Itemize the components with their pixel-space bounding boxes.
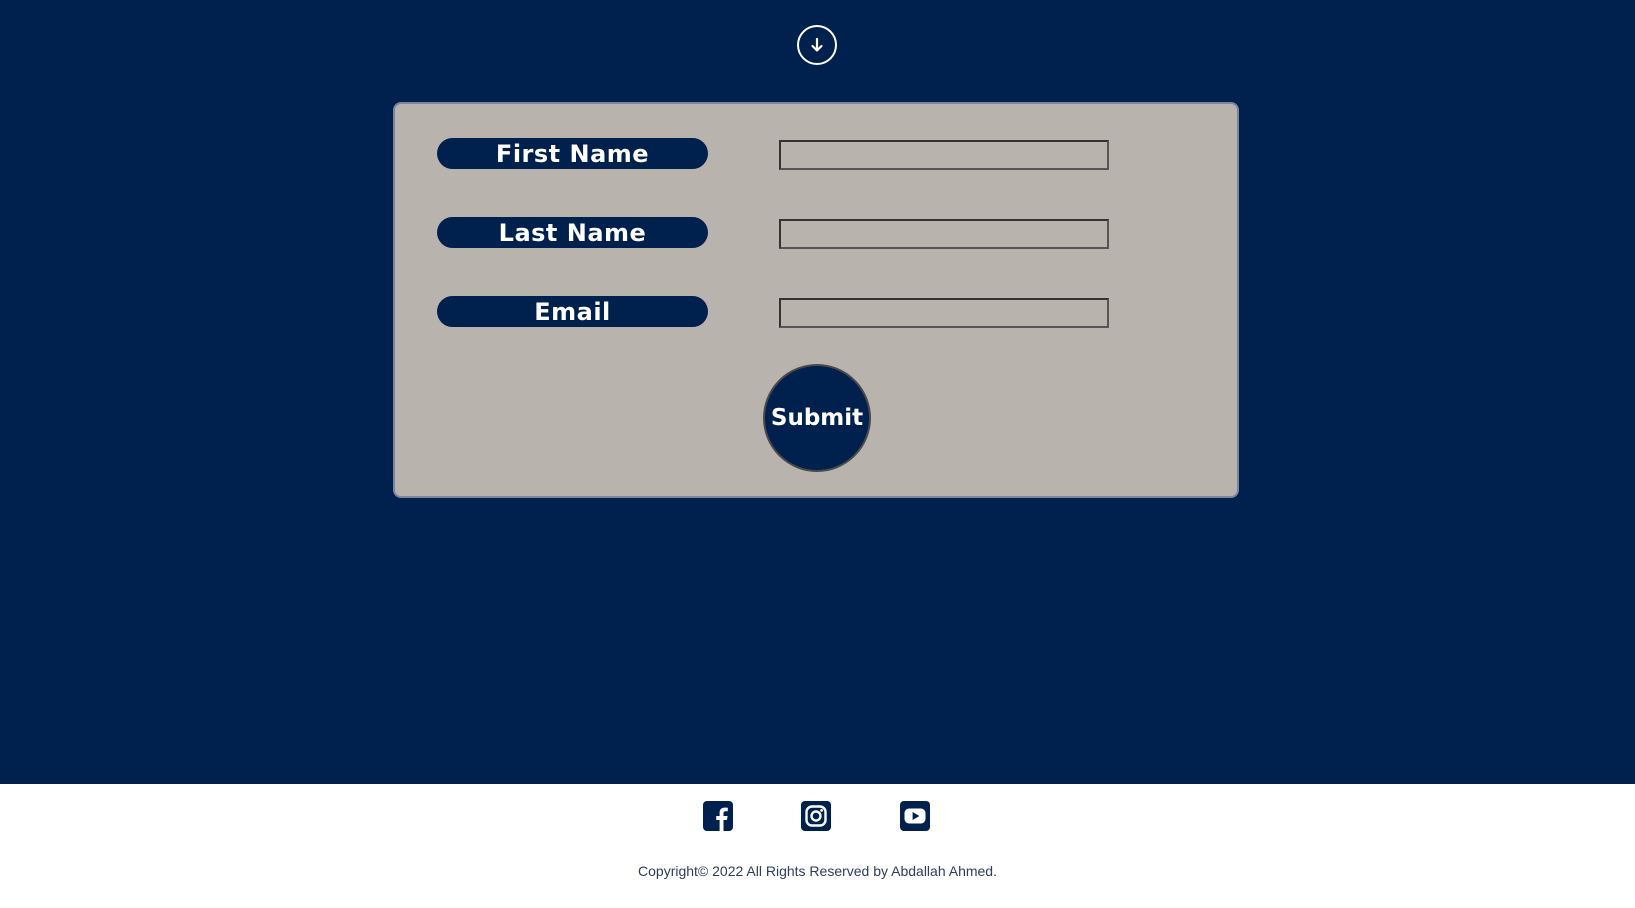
arrow-down-icon <box>811 37 823 52</box>
email-label: Email <box>437 296 708 327</box>
footer: Copyright© 2022 All Rights Reserved by A… <box>0 784 1635 908</box>
email-input[interactable] <box>779 298 1109 328</box>
scroll-down-button[interactable] <box>797 25 837 65</box>
youtube-icon[interactable] <box>900 801 930 831</box>
instagram-icon[interactable] <box>801 801 831 831</box>
first-name-input[interactable] <box>779 140 1109 170</box>
first-name-label: First Name <box>437 138 708 169</box>
copyright-text: Copyright© 2022 All Rights Reserved by A… <box>638 863 997 879</box>
hero-section: First Name Last Name Email Submit <box>0 0 1635 784</box>
last-name-label: Last Name <box>437 217 708 248</box>
submit-button[interactable]: Submit <box>763 364 871 472</box>
signup-form: First Name Last Name Email Submit <box>393 102 1239 498</box>
facebook-icon[interactable] <box>703 801 733 831</box>
last-name-input[interactable] <box>779 219 1109 249</box>
